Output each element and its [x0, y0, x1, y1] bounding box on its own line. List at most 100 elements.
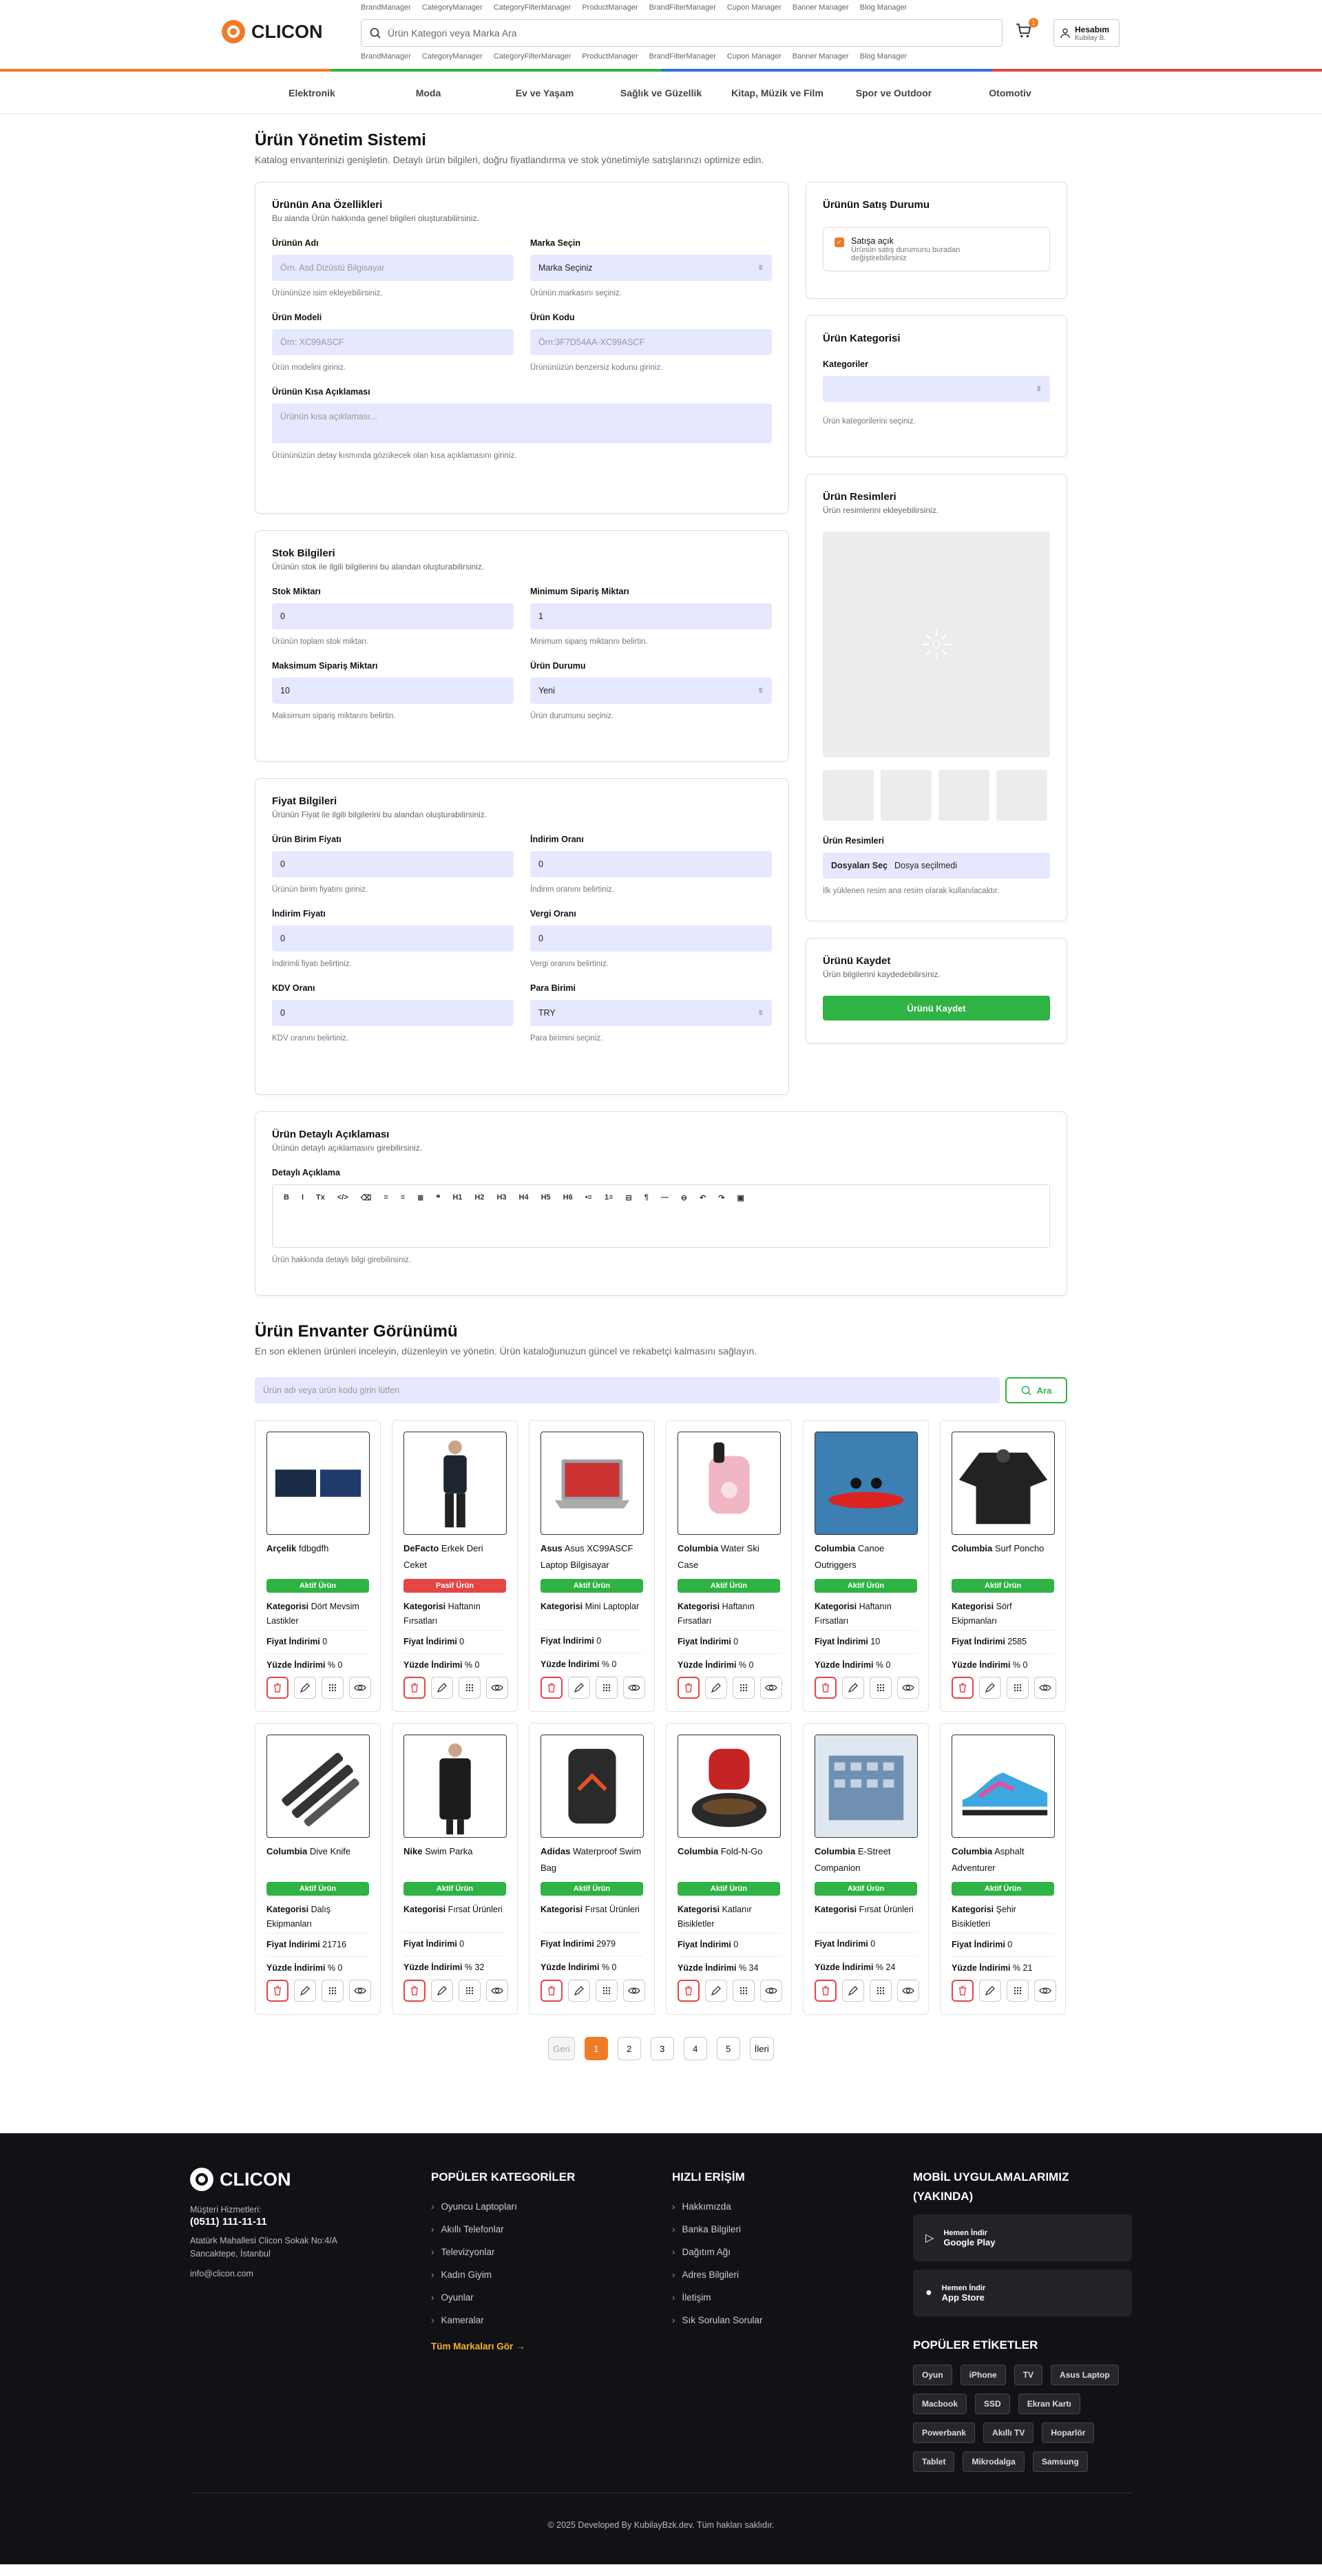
edit-button[interactable] — [842, 1677, 864, 1699]
footer-link[interactable]: › Dağıtım Ağı — [672, 2241, 763, 2263]
variants-button[interactable] — [459, 1677, 481, 1699]
manager-link[interactable]: ProductManager — [582, 52, 638, 61]
all-brands-link[interactable]: Tüm Markaları Gör → — [431, 2341, 575, 2352]
editor-tool-button[interactable]: — — [661, 1193, 669, 1202]
thumbnail-slot[interactable] — [938, 770, 989, 821]
editor-tool-button[interactable]: H3 — [496, 1193, 506, 1202]
footer-link[interactable]: › Televizyonlar — [431, 2241, 575, 2263]
variants-button[interactable] — [870, 1980, 892, 2002]
editor-tool-button[interactable]: </> — [337, 1193, 348, 1202]
short-description-textarea[interactable]: Ürünün kısa açıklaması... — [272, 404, 772, 443]
footer-link[interactable]: › İletişim — [672, 2286, 763, 2309]
editor-tool-button[interactable]: H2 — [474, 1193, 484, 1202]
editor-tool-button[interactable]: •≡ — [585, 1193, 592, 1202]
pager-prev-button[interactable]: Geri — [548, 2037, 575, 2060]
delete-button[interactable] — [952, 1677, 974, 1699]
delete-button[interactable] — [678, 1677, 700, 1699]
editor-tool-button[interactable]: ▣ — [737, 1193, 744, 1202]
discount-price-input[interactable]: 0 — [272, 925, 514, 952]
category-nav-item[interactable]: Spor ve Outdoor — [836, 87, 952, 98]
variants-button[interactable] — [596, 1677, 618, 1699]
manager-link[interactable]: BrandManager — [361, 3, 411, 12]
manager-link[interactable]: Banner Manager — [793, 52, 849, 61]
editor-tool-button[interactable]: H6 — [563, 1193, 573, 1202]
manager-link[interactable]: CategoryManager — [422, 52, 483, 61]
sale-checkbox[interactable]: ✓ — [835, 238, 844, 247]
editor-tool-button[interactable]: ⌫ — [361, 1193, 372, 1202]
tag-chip[interactable]: TV — [1014, 2365, 1043, 2385]
manager-link[interactable]: Cupon Manager — [727, 3, 781, 12]
tag-chip[interactable]: Akıllı TV — [983, 2422, 1034, 2443]
footer-link[interactable]: › Hakkımızda — [672, 2195, 763, 2218]
manager-link[interactable]: BrandManager — [361, 52, 411, 61]
edit-button[interactable] — [431, 1980, 453, 2002]
manager-link[interactable]: Blog Manager — [860, 52, 907, 61]
tag-chip[interactable]: Mikrodalga — [963, 2451, 1025, 2472]
edit-button[interactable] — [431, 1677, 453, 1699]
file-select-button[interactable]: Dosyaları Seç — [831, 861, 888, 870]
manager-link[interactable]: CategoryFilterManager — [494, 3, 571, 12]
product-model-input[interactable]: Örn: XC99ASCF — [272, 329, 514, 355]
variants-button[interactable] — [322, 1980, 344, 2002]
variants-button[interactable] — [596, 1980, 618, 2002]
tag-chip[interactable]: Samsung — [1032, 2451, 1088, 2472]
email[interactable]: info@clicon.com — [190, 2269, 355, 2279]
editor-tool-button[interactable]: ❝ — [436, 1193, 440, 1202]
edit-button[interactable] — [705, 1980, 727, 2002]
category-nav-item[interactable]: Kitap, Müzik ve Film — [720, 87, 836, 98]
delete-button[interactable] — [815, 1677, 837, 1699]
footer-logo[interactable]: CLICON — [190, 2168, 355, 2191]
editor-tool-button[interactable]: ↶ — [700, 1193, 706, 1202]
view-button[interactable] — [897, 1980, 919, 2002]
pager-page-button[interactable]: 3 — [650, 2037, 674, 2060]
delete-button[interactable] — [815, 1980, 837, 2002]
thumbnail-slot[interactable] — [823, 770, 874, 821]
cart-button[interactable]: 1 — [1015, 18, 1038, 45]
edit-button[interactable] — [842, 1980, 864, 2002]
view-button[interactable] — [623, 1677, 645, 1699]
view-button[interactable] — [623, 1980, 645, 2002]
thumbnail-slot[interactable] — [996, 770, 1047, 821]
tag-chip[interactable]: Ekran Kartı — [1018, 2394, 1080, 2414]
variants-button[interactable] — [870, 1677, 892, 1699]
delete-button[interactable] — [266, 1980, 288, 2002]
inventory-search-input[interactable]: Ürün adı veya ürün kodu girin lütfen — [255, 1377, 1000, 1403]
manager-link[interactable]: Blog Manager — [860, 3, 907, 12]
tag-chip[interactable]: Tablet — [913, 2451, 955, 2472]
edit-button[interactable] — [705, 1677, 727, 1699]
min-order-input[interactable]: 1 — [530, 603, 772, 629]
category-nav-item[interactable]: Elektronik — [254, 87, 370, 98]
manager-link[interactable]: ProductManager — [582, 3, 638, 12]
discount-rate-input[interactable]: 0 — [530, 851, 772, 877]
save-product-button[interactable]: Ürünü Kaydet — [823, 996, 1050, 1020]
footer-link[interactable]: › Sık Sorulan Sorular — [672, 2309, 763, 2332]
inventory-search-button[interactable]: Ara — [1005, 1377, 1067, 1403]
variants-button[interactable] — [322, 1677, 344, 1699]
pager-page-button[interactable]: 2 — [617, 2037, 641, 2060]
delete-button[interactable] — [678, 1980, 700, 2002]
tax-rate-input[interactable]: 0 — [530, 925, 772, 952]
max-order-input[interactable]: 10 — [272, 678, 514, 704]
account-button[interactable]: Hesabım Kubilay B. — [1053, 19, 1120, 47]
brand-select[interactable]: Marka Seçiniz ⇳ — [530, 255, 772, 281]
variants-button[interactable] — [1007, 1980, 1029, 2002]
footer-link[interactable]: › Adres Bilgileri — [672, 2263, 763, 2286]
edit-button[interactable] — [294, 1677, 316, 1699]
view-button[interactable] — [486, 1980, 508, 2002]
view-button[interactable] — [1034, 1980, 1056, 2002]
kdv-rate-input[interactable]: 0 — [272, 1000, 514, 1026]
edit-button[interactable] — [979, 1980, 1001, 2002]
category-nav-item[interactable]: Sağlık ve Güzellik — [603, 87, 720, 98]
editor-tool-button[interactable]: ⊟ — [626, 1193, 632, 1202]
tag-chip[interactable]: SSD — [975, 2394, 1010, 2414]
edit-button[interactable] — [568, 1677, 590, 1699]
view-button[interactable] — [897, 1677, 919, 1699]
view-button[interactable] — [349, 1677, 371, 1699]
condition-select[interactable]: Yeni ⇳ — [530, 678, 772, 704]
footer-link[interactable]: › Banka Bilgileri — [672, 2218, 763, 2241]
editor-tool-button[interactable]: 1≡ — [605, 1193, 613, 1202]
view-button[interactable] — [486, 1677, 508, 1699]
manager-link[interactable]: Cupon Manager — [727, 52, 781, 61]
editor-tool-button[interactable]: H1 — [452, 1193, 462, 1202]
stock-qty-input[interactable]: 0 — [272, 603, 514, 629]
